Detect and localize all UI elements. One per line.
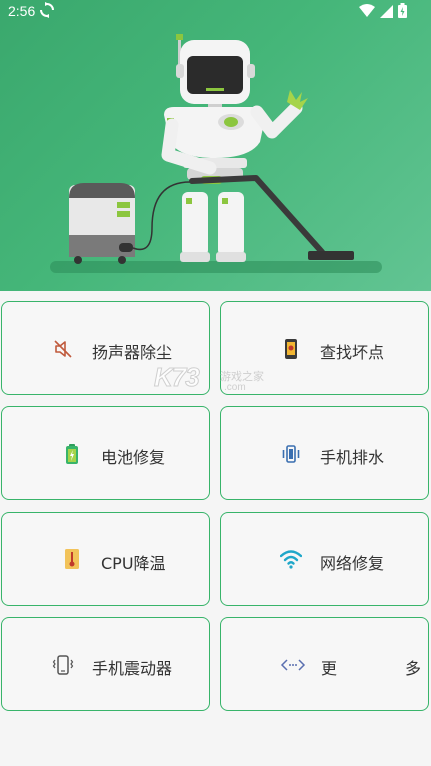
- phone-vibrator-label: 手机震动器: [92, 659, 173, 678]
- vibrate-icon: [280, 443, 302, 465]
- more-button[interactable]: 更 多: [220, 617, 429, 711]
- cpu-cool-label: CPU降温: [101, 554, 166, 573]
- more-arrows-icon: [280, 654, 306, 676]
- phone-vibrator-button[interactable]: 手机震动器: [1, 617, 210, 711]
- wifi-status-icon: [359, 3, 375, 22]
- status-icons: [359, 3, 407, 22]
- find-dead-pixel-label: 查找坏点: [320, 343, 385, 362]
- battery-repair-button[interactable]: 电池修复: [1, 406, 210, 500]
- speaker-muted-icon: [52, 338, 74, 360]
- robot-vacuum-illustration: [69, 34, 354, 264]
- watermark-domain: .com: [224, 382, 246, 393]
- phone-drain-button[interactable]: 手机排水: [220, 406, 429, 500]
- more-label: 更 多: [321, 659, 431, 678]
- thermometer-icon: [61, 548, 83, 570]
- battery-icon: [61, 443, 83, 465]
- network-repair-label: 网络修复: [320, 554, 385, 573]
- sync-icon: [40, 2, 54, 22]
- phone-vibrate-icon: [52, 654, 74, 676]
- k73-watermark: K73 游戏之家 .com: [150, 360, 290, 400]
- status-time: 2:56: [8, 3, 36, 19]
- phone-drain-label: 手机排水: [320, 448, 385, 467]
- status-bar: 2:56: [0, 0, 431, 24]
- wifi-icon: [280, 548, 302, 570]
- battery-status-icon: [398, 3, 407, 22]
- hero-banner: 2:56: [0, 0, 431, 291]
- phone-screen-icon: [280, 338, 302, 360]
- cpu-cool-button[interactable]: CPU降温: [1, 512, 210, 606]
- watermark-brand: K73: [154, 362, 201, 393]
- battery-repair-label: 电池修复: [101, 448, 166, 467]
- network-repair-button[interactable]: 网络修复: [220, 512, 429, 606]
- signal-icon: [380, 3, 393, 22]
